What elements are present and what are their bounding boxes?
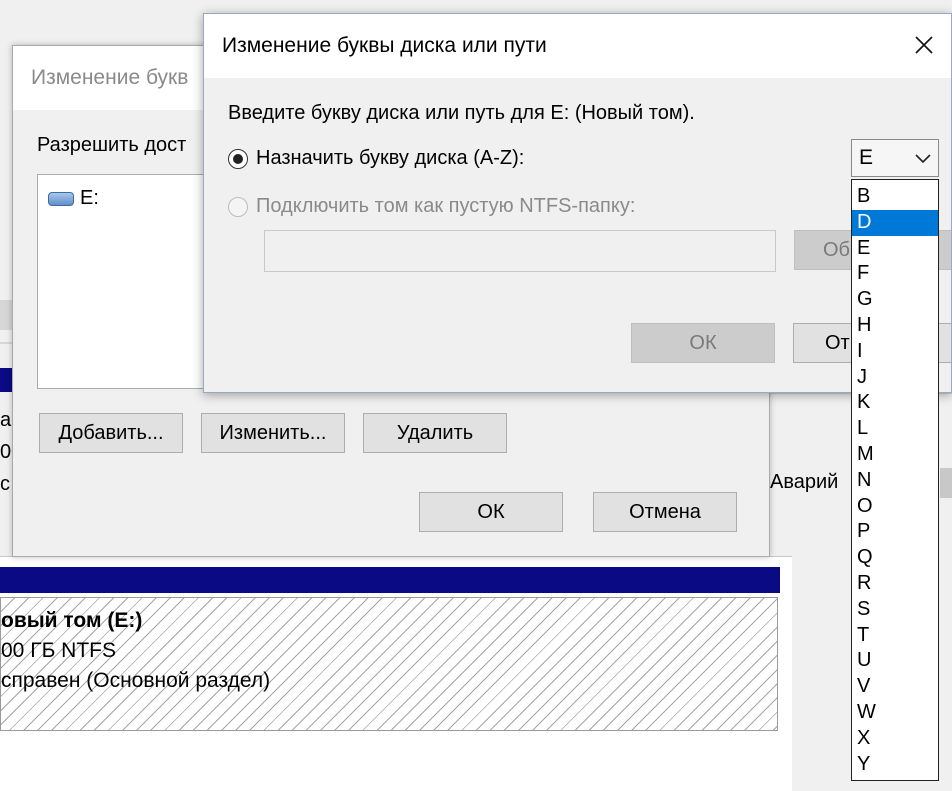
drive-letter-option[interactable]: S — [852, 597, 938, 623]
drive-letter-option[interactable]: L — [852, 416, 938, 442]
drive-letter-option[interactable]: K — [852, 390, 938, 416]
drive-path-prompt: Введите букву диска или путь для E: (Нов… — [228, 102, 695, 124]
ok-button[interactable]: ОК — [419, 492, 563, 532]
cancel-button[interactable]: Отмена — [593, 492, 737, 532]
bg-gray-strip — [0, 300, 12, 330]
drive-letter-option[interactable]: V — [852, 674, 938, 700]
volume-name: овый том (E:) — [1, 609, 143, 632]
mount-folder-label: Подключить том как пустую NTFS-папку: — [256, 195, 636, 217]
dialog2-title: Изменение буквы диска или пути — [222, 34, 547, 57]
drive-letter-option[interactable]: P — [852, 519, 938, 545]
drive-letter-option[interactable]: U — [852, 648, 938, 674]
drive-letter-option[interactable]: Y — [852, 752, 938, 778]
drive-letter-select[interactable]: E — [851, 139, 939, 177]
drive-letter-option[interactable]: N — [852, 468, 938, 494]
remove-button[interactable]: Удалить — [363, 413, 507, 453]
drive-paths-list[interactable]: E: — [37, 174, 217, 389]
change-button[interactable]: Изменить... — [201, 413, 345, 453]
drive-letter-option[interactable]: F — [852, 261, 938, 287]
drive-letter-option[interactable]: Q — [852, 545, 938, 571]
close-icon — [915, 36, 933, 54]
drive-letter-value: E — [859, 146, 874, 169]
drive-letter-option[interactable]: H — [852, 313, 938, 339]
drive-letter-option[interactable]: T — [852, 623, 938, 649]
assign-letter-radio[interactable] — [228, 148, 248, 169]
drive-letter-option[interactable]: M — [852, 442, 938, 468]
bg-text-fragment: с — [0, 473, 10, 495]
drive-letter-list[interactable]: BDEFGHIJKLMNOPQRSTUVWXY — [851, 179, 939, 781]
chevron-down-icon — [915, 154, 931, 164]
bg-gray-strip — [940, 468, 952, 498]
drive-letter-option[interactable]: W — [852, 700, 938, 726]
drive-letter-option[interactable]: G — [852, 287, 938, 313]
drive-letter-option[interactable]: X — [852, 726, 938, 752]
volume-status: справен (Основной раздел) — [1, 669, 271, 692]
drive-letter-option[interactable]: D — [852, 209, 938, 236]
close-button[interactable] — [907, 28, 941, 62]
radio-dot — [233, 153, 243, 164]
list-item[interactable]: E: — [48, 187, 99, 210]
mount-folder-option[interactable]: Подключить том как пустую NTFS-папку: — [228, 195, 635, 218]
volume-header-bar — [0, 567, 780, 593]
drive-letter-option[interactable]: O — [852, 494, 938, 520]
drive-item-label: E: — [80, 187, 99, 209]
folder-path-input[interactable] — [264, 230, 776, 272]
drive-icon — [48, 191, 74, 206]
access-label: Разрешить дост — [37, 134, 187, 156]
assign-letter-option[interactable]: Назначить букву диска (A-Z): — [228, 147, 524, 170]
drive-letter-option[interactable]: I — [852, 339, 938, 365]
change-drive-letter-dialog: Изменение буквы диска или пути Введите б… — [203, 13, 952, 393]
add-button[interactable]: Добавить... — [39, 413, 183, 453]
bg-divider — [0, 342, 12, 344]
assign-letter-label: Назначить букву диска (A-Z): — [256, 147, 525, 169]
dialog1-title: Изменение букв — [31, 66, 189, 89]
bg-navy-bar-top — [0, 368, 12, 392]
drive-letter-option[interactable]: E — [852, 236, 938, 262]
drive-letter-option[interactable]: R — [852, 571, 938, 597]
dialog2-titlebar: Изменение буквы диска или пути — [204, 14, 951, 78]
volume-block[interactable]: овый том (E:) 00 ГБ NTFS справен (Основн… — [0, 597, 778, 731]
drive-letter-option[interactable]: J — [852, 365, 938, 391]
drive-letter-option[interactable]: B — [852, 184, 938, 210]
ok-button[interactable]: ОК — [631, 323, 775, 363]
bg-status-fragment: Аварий — [770, 471, 839, 493]
volume-size: 00 ГБ NTFS — [1, 639, 117, 662]
mount-folder-radio[interactable] — [228, 196, 248, 217]
